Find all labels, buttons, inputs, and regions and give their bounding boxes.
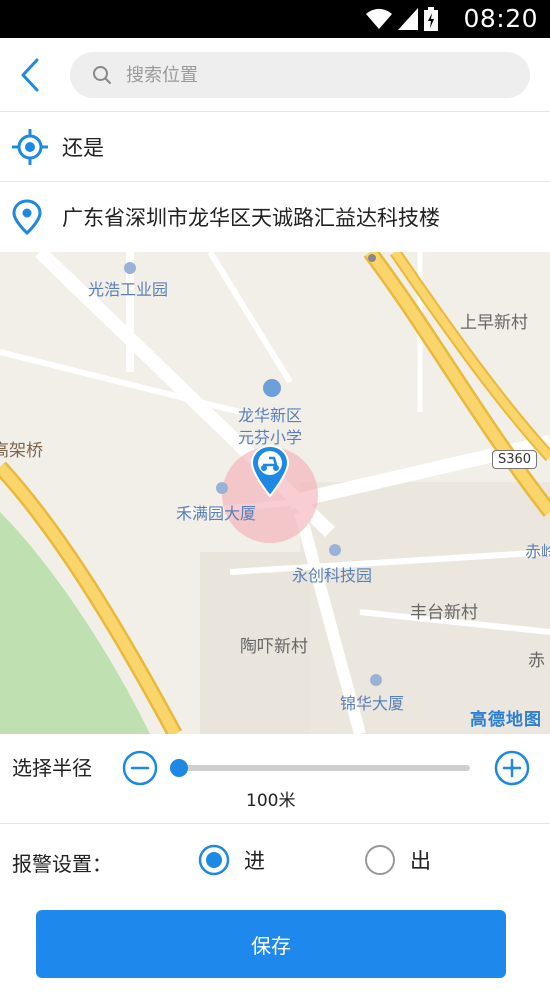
map-label-gaojiaqiao: 高架桥 (0, 441, 43, 461)
radio-checked-icon (198, 844, 230, 876)
back-arrow-icon (21, 58, 39, 92)
current-location-row[interactable]: 还是 (0, 112, 550, 182)
save-button[interactable]: 保存 (36, 910, 506, 978)
alarm-setting-section: 报警设置： 进 出 (0, 824, 550, 900)
current-location-label: 还是 (62, 135, 104, 160)
map-label-jinhua: 锦华大厦 (340, 694, 405, 713)
radius-slider-thumb[interactable] (170, 759, 188, 777)
increase-radius-button[interactable] (494, 750, 530, 786)
map-label-taoxu: 陶吓新村 (240, 637, 308, 657)
alarm-setting-label: 报警设置： (12, 852, 112, 876)
wifi-icon (366, 8, 392, 29)
map-label-fengtai: 丰台新村 (410, 603, 478, 623)
map-label-shangzao: 上早新村 (460, 313, 528, 333)
search-input[interactable] (126, 64, 506, 86)
road-sign-s360: S360 (492, 450, 538, 469)
radius-value: 100米 (246, 791, 296, 811)
map-view[interactable]: 光浩工业园 上早新村 龙华新区 元芬小学 高架桥 禾满园大厦 S360 赤岭 永… (0, 252, 550, 734)
radius-slider[interactable] (178, 765, 470, 771)
search-bar[interactable] (70, 52, 530, 98)
map-label-guanghao: 光浩工业园 (88, 280, 169, 299)
map-label-yongchuang: 永创科技园 (292, 566, 373, 585)
map-label-chi1: 赤岭 (525, 542, 550, 561)
radio-exit[interactable]: 出 (364, 843, 431, 877)
address-text: 广东省深圳市龙华区天诚路汇益达科技楼 (62, 206, 440, 230)
status-time: 08:20 (463, 4, 538, 33)
radio-unchecked-icon (365, 845, 395, 875)
status-bar: 08:20 (0, 0, 550, 38)
map-label-chi2: 赤 (528, 651, 545, 671)
radius-section: 选择半径 100米 (0, 734, 550, 824)
radio-enter-label: 进 (244, 849, 265, 873)
location-pin-icon (12, 199, 42, 235)
status-icons (366, 7, 438, 31)
locate-icon (12, 128, 48, 165)
back-button[interactable] (10, 52, 50, 98)
decrease-radius-button[interactable] (122, 750, 158, 786)
map-label-hemanyuan: 禾满园大厦 (176, 504, 257, 523)
radio-enter[interactable]: 进 (198, 843, 265, 877)
top-bar (0, 38, 550, 112)
map-label-school-line1: 龙华新区 (238, 406, 303, 425)
address-row[interactable]: 广东省深圳市龙华区天诚路汇益达科技楼 (0, 182, 550, 252)
amap-logo: 高德地图 (470, 710, 542, 730)
search-icon (93, 66, 111, 84)
radio-exit-label: 出 (410, 849, 431, 873)
battery-icon (424, 7, 438, 31)
signal-icon (398, 8, 418, 30)
radius-label: 选择半径 (12, 756, 92, 780)
scooter-marker-icon[interactable] (250, 444, 290, 498)
